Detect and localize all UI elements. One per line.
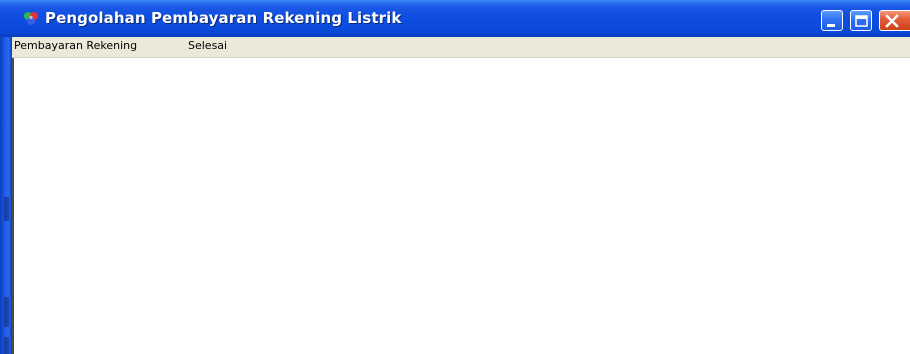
window-left-border <box>0 37 12 354</box>
close-button[interactable] <box>879 10 910 31</box>
title-bar[interactable]: Pengolahan Pembayaran Rekening Listrik <box>0 0 910 37</box>
maximize-button[interactable] <box>850 10 872 31</box>
menu-selesai[interactable]: Selesai <box>188 39 227 52</box>
close-icon <box>885 14 899 28</box>
client-area[interactable] <box>12 58 910 354</box>
minimize-icon <box>827 24 835 27</box>
maximize-icon <box>855 15 868 27</box>
menu-bar: Pembayaran Rekening Selesai <box>12 37 910 58</box>
minimize-button[interactable] <box>821 10 843 31</box>
window-title: Pengolahan Pembayaran Rekening Listrik <box>45 9 402 27</box>
menu-pembayaran-rekening[interactable]: Pembayaran Rekening <box>12 39 137 52</box>
main-window: Pengolahan Pembayaran Rekening Listrik P… <box>0 0 910 354</box>
app-icon[interactable] <box>21 11 41 27</box>
